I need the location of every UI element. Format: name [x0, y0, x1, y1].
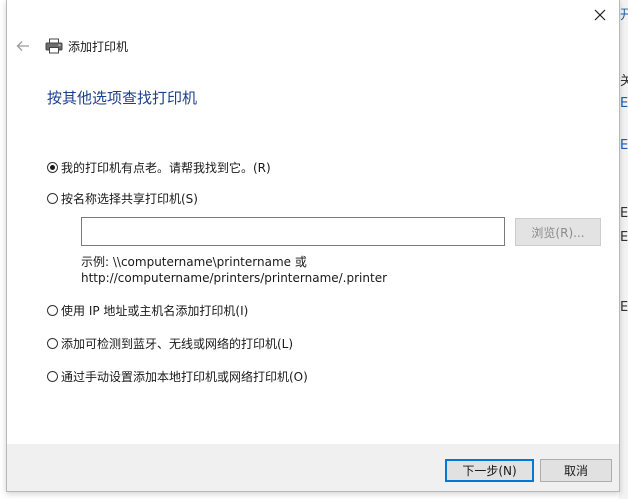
page-heading: 按其他选项查找打印机	[47, 89, 198, 107]
background-text: 开	[620, 8, 628, 23]
background-text: E	[620, 96, 628, 111]
option-label: 我的打印机有点老。请帮我找到它。(R)	[61, 160, 271, 175]
printer-icon	[45, 38, 63, 54]
radio-button[interactable]	[47, 337, 58, 349]
option-printer-is-old[interactable]: 我的打印机有点老。请帮我找到它。(R)	[47, 159, 271, 175]
next-button[interactable]: 下一步(N)	[445, 459, 534, 482]
example-line: http://computername/printers/printername…	[81, 271, 388, 285]
window-header: 添加打印机	[15, 36, 128, 56]
example-text: 示例: \\computername\printername 或 http://…	[81, 254, 387, 286]
background-text: E	[620, 230, 628, 245]
example-line: 示例: \\computername\printername 或	[81, 255, 307, 269]
window-title: 添加打印机	[68, 39, 129, 54]
cancel-button[interactable]: 取消	[540, 459, 612, 482]
radio-button[interactable]	[47, 192, 58, 204]
back-button[interactable]	[15, 38, 31, 54]
screen: 开 关 E E E E E 添加打印机 按其他选项查找打印机 我的打印机有点老。…	[0, 0, 628, 499]
shared-printer-name-input[interactable]	[81, 217, 505, 246]
arrow-left-icon	[16, 41, 29, 51]
option-label: 通过手动设置添加本地打印机或网络打印机(O)	[61, 369, 308, 384]
radio-button[interactable]	[47, 304, 58, 316]
background-text: E	[620, 300, 628, 315]
radio-button[interactable]	[47, 370, 58, 382]
option-bluetooth-wireless-network[interactable]: 添加可检测到蓝牙、无线或网络的打印机(L)	[47, 335, 293, 351]
dialog-footer: 下一步(N) 取消	[7, 444, 619, 491]
option-label: 添加可检测到蓝牙、无线或网络的打印机(L)	[61, 336, 294, 351]
add-printer-dialog: 添加打印机 按其他选项查找打印机 我的打印机有点老。请帮我找到它。(R) 按名称…	[6, 0, 620, 492]
option-select-shared-by-name[interactable]: 按名称选择共享打印机(S)	[47, 190, 198, 206]
option-ip-or-hostname[interactable]: 使用 IP 地址或主机名添加打印机(I)	[47, 302, 248, 318]
option-label: 按名称选择共享打印机(S)	[61, 191, 198, 206]
radio-button[interactable]	[47, 161, 58, 173]
browse-button[interactable]: 浏览(R)...	[515, 218, 601, 246]
background-text: 关	[620, 74, 628, 89]
close-icon	[594, 9, 606, 21]
option-manual-local-or-network[interactable]: 通过手动设置添加本地打印机或网络打印机(O)	[47, 368, 308, 384]
option-label: 使用 IP 地址或主机名添加打印机(I)	[61, 303, 249, 318]
background-text: E	[620, 206, 628, 221]
background-text: E	[620, 138, 628, 153]
close-button[interactable]	[585, 2, 615, 28]
background-window: 开 关 E E E E E	[619, 0, 628, 499]
